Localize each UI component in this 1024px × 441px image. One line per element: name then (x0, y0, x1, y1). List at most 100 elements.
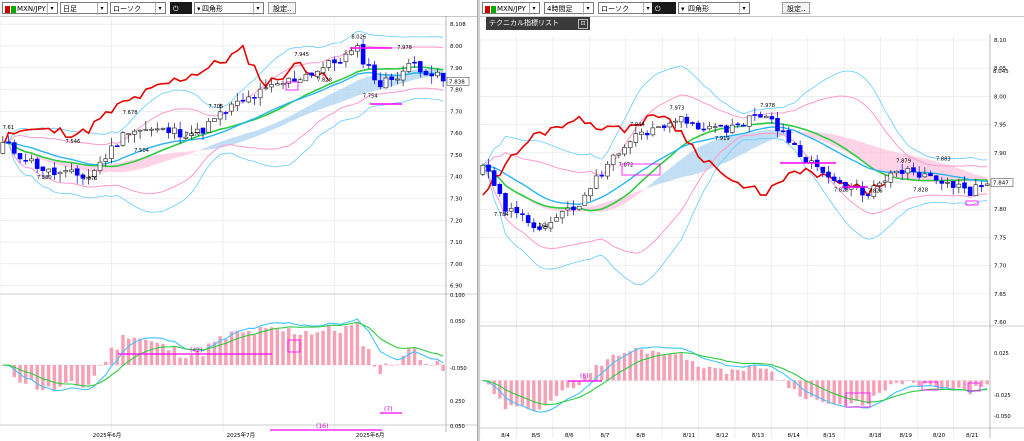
y-tick-label: 7.80 (450, 88, 463, 94)
candle-body (103, 158, 109, 162)
histogram-bar (656, 352, 661, 381)
histogram-bar (707, 366, 712, 381)
histogram-bar (424, 363, 428, 365)
histogram-bar (104, 361, 108, 365)
price-annotation: 7.973 (670, 106, 685, 112)
histogram-bar (52, 365, 57, 392)
price-annotation: 7.828 (834, 187, 849, 193)
candle-body (928, 173, 933, 177)
ichimoku-cloud-segment (317, 98, 324, 111)
candle-body (126, 133, 131, 136)
ichimoku-cloud-segment (105, 164, 112, 173)
candle-body (956, 183, 962, 188)
candle-body (269, 84, 274, 88)
candle-body (588, 188, 593, 197)
histogram-bar (560, 380, 564, 391)
histogram-bar (407, 347, 411, 365)
histogram-bar (75, 365, 79, 386)
price-annotation: 7.978 (397, 45, 412, 51)
price-annotation: 7.945 (294, 52, 309, 58)
ichimoku-cloud-segment (300, 107, 306, 118)
technical-indicator-list-popup[interactable]: テクニカル指標リスト ⊡ (486, 17, 590, 30)
candle-body (803, 157, 809, 163)
ichimoku-cloud-segment (208, 144, 215, 150)
candle-body (888, 172, 894, 183)
histogram-bar (906, 380, 910, 382)
histogram-bar (287, 328, 291, 365)
candle-body (292, 78, 297, 82)
candle-body (69, 169, 74, 173)
y-tick-label: 7.75 (994, 235, 1007, 241)
histogram-bar (441, 365, 445, 371)
ichimoku-cloud-segment (664, 168, 670, 183)
candle-body (622, 147, 627, 155)
histogram-bar (361, 346, 365, 365)
histogram-bar (838, 380, 842, 404)
osc-tick-label: 0.250 (450, 399, 465, 405)
histogram-bar (81, 365, 85, 388)
osc-tick-label: -0.050 (450, 366, 467, 372)
h4-chart-pane[interactable]: MXN/JPY ▾ 4時間足 ▾ ローソク ▾ ⏻ ▾ 四角形 ▾ 設定.. 8.10… (480, 0, 1024, 441)
candle-body (246, 96, 252, 103)
candle-body (650, 127, 656, 136)
histogram-bar (252, 334, 257, 365)
candle-body (326, 60, 332, 68)
histogram-bar (730, 369, 734, 381)
h4-chart-canvas[interactable]: 8.108.058.007.957.907.857.807.757.707.65… (480, 0, 1024, 441)
candle-body (406, 63, 412, 72)
ichimoku-cloud-segment (669, 163, 676, 181)
price-annotation: 7.784 (494, 212, 510, 218)
candle-body (412, 61, 417, 64)
y-tick-label: 7.50 (450, 153, 463, 159)
histogram-bar (775, 380, 780, 381)
candle-body (837, 179, 843, 183)
histogram-bar (349, 325, 354, 365)
y-tick-label: 7.10 (450, 240, 463, 246)
histogram-bar (332, 330, 337, 365)
candle-body (967, 186, 973, 197)
x-tick-label: 8/19 (900, 433, 913, 439)
histogram-bar (894, 380, 899, 383)
histogram-bar (309, 334, 314, 365)
candle-body (120, 132, 126, 146)
candle-body (508, 208, 514, 212)
ichimoku-cloud-segment (243, 132, 249, 142)
candle-body (797, 145, 803, 157)
price-annotation: 7.754 (363, 94, 379, 100)
candle-body (240, 99, 246, 102)
candle-body (440, 72, 446, 82)
price-annotation: 7.705 (208, 104, 223, 110)
candle-body (200, 127, 206, 134)
candle-body (429, 73, 435, 77)
candle-body (571, 206, 576, 211)
histogram-bar (115, 349, 119, 365)
ichimoku-cloud-segment (111, 163, 118, 173)
candle-body (758, 114, 763, 118)
histogram-bar (172, 346, 177, 365)
ichimoku-cloud-segment (902, 153, 908, 181)
histogram-bar (849, 380, 853, 404)
osc-tick-label: -0.025 (994, 393, 1011, 399)
candle-body (234, 100, 240, 106)
histogram-bar (696, 366, 700, 381)
histogram-bar (429, 364, 434, 366)
candle-body (860, 186, 865, 196)
histogram-bar (64, 365, 68, 383)
daily-chart-canvas[interactable]: 8.108 8.00 7.90 7.80 7.70 7.60 7.50 7.40 7.30 7.2… (0, 0, 478, 441)
ichimoku-cloud-segment (334, 89, 341, 105)
candle-body (166, 127, 171, 134)
candle-body (520, 213, 525, 215)
candle-body (109, 145, 114, 159)
y-tick-label: 8.00 (994, 94, 1007, 100)
candle-body (57, 171, 63, 175)
ichimoku-cloud-segment (363, 76, 369, 94)
histogram-bar (344, 325, 348, 365)
close-icon[interactable]: ⊡ (578, 19, 588, 29)
daily-chart-pane[interactable]: MXN/JPY ▾ 日足 ▾ ローソク ▾ ⏻ ▾ 四角形 ▾ 設定.. 8.108 8… (0, 0, 478, 441)
histogram-bar (389, 365, 394, 366)
candle-body (690, 122, 695, 124)
candle-body (503, 193, 508, 212)
candle-body (661, 125, 667, 128)
histogram-bar (166, 350, 171, 365)
candle-body (639, 131, 644, 135)
